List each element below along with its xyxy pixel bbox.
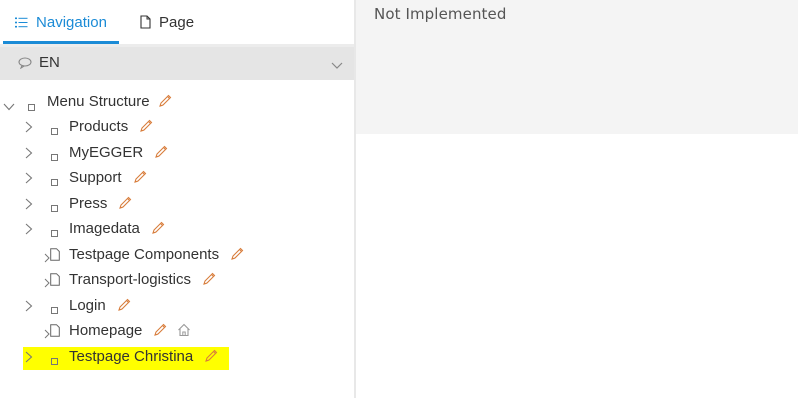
pencil-icon[interactable]	[133, 170, 147, 189]
tree-item-label[interactable]: Login	[69, 297, 106, 314]
tree-item[interactable]: Homepage	[0, 319, 354, 343]
folder-node-icon	[28, 98, 35, 116]
tab-navigation[interactable]: Navigation	[3, 0, 119, 44]
pencil-icon[interactable]	[230, 247, 244, 266]
tree-item[interactable]: Testpage Components	[0, 243, 354, 267]
tree-item[interactable]: Transport-logistics	[0, 268, 354, 292]
chevron-right-icon[interactable]	[25, 222, 37, 236]
page-node-icon	[50, 247, 60, 266]
pencil-icon[interactable]	[154, 145, 168, 164]
folder-node-icon	[51, 173, 58, 191]
chevron-right-icon[interactable]	[25, 120, 37, 134]
tree-item[interactable]: Login	[0, 294, 354, 318]
tree-item[interactable]: Products	[0, 115, 354, 139]
tree-item[interactable]: MyEGGER	[0, 141, 354, 165]
pencil-icon[interactable]	[158, 94, 172, 113]
chevron-right-icon[interactable]	[25, 350, 37, 364]
home-icon[interactable]	[177, 323, 191, 342]
tree-item-label[interactable]: Transport-logistics	[69, 271, 191, 288]
pencil-icon[interactable]	[153, 323, 167, 342]
chevron-down-icon[interactable]	[3, 98, 15, 112]
pencil-icon[interactable]	[117, 298, 131, 317]
page-node-icon	[50, 273, 60, 291]
tree-item[interactable]: Support	[0, 166, 354, 190]
chevron-right-icon[interactable]	[25, 146, 37, 160]
tree-item[interactable]: Press	[0, 192, 354, 216]
folder-node-icon	[51, 301, 58, 319]
language-selector[interactable]: EN	[0, 47, 354, 80]
file-icon	[140, 15, 151, 29]
list-icon	[15, 17, 28, 28]
tree-item[interactable]: Imagedata	[0, 217, 354, 241]
not-implemented-message: Not Implemented	[374, 5, 507, 23]
tab-navigation-label: Navigation	[36, 13, 107, 31]
tree-item-label[interactable]: Testpage Components	[69, 246, 219, 263]
tree-item-label[interactable]: Imagedata	[69, 220, 140, 237]
pencil-icon[interactable]	[151, 221, 165, 240]
chevron-right-icon[interactable]	[25, 299, 37, 313]
speech-bubble-icon	[18, 56, 32, 74]
chevron-right-icon[interactable]	[25, 197, 37, 211]
tree-item[interactable]: Testpage Christina	[0, 345, 354, 369]
tree-root-label[interactable]: Menu Structure	[47, 93, 150, 110]
panel-tabs: Navigation Page	[0, 0, 354, 44]
folder-node-icon	[51, 122, 58, 140]
tab-page-label: Page	[159, 13, 195, 31]
tree-root[interactable]: Menu Structure	[0, 90, 354, 114]
folder-node-icon	[51, 224, 58, 242]
tree-item-label[interactable]: Homepage	[69, 322, 142, 339]
navigation-panel: Navigation Page EN Menu Structure Produc…	[0, 0, 354, 398]
page-node-icon	[50, 324, 60, 342]
tree-item-label[interactable]: Testpage Christina	[69, 348, 193, 365]
pencil-icon[interactable]	[139, 119, 153, 138]
pencil-icon[interactable]	[202, 272, 216, 291]
pencil-icon[interactable]	[118, 196, 132, 215]
folder-node-icon	[51, 199, 58, 217]
chevron-right-icon[interactable]	[25, 171, 37, 185]
tree-item-label[interactable]: Support	[69, 169, 122, 186]
tree-item-label[interactable]: MyEGGER	[69, 144, 143, 161]
language-value: EN	[39, 54, 60, 71]
tab-page[interactable]: Page	[140, 0, 220, 44]
pencil-icon[interactable]	[204, 349, 218, 368]
chevron-down-icon	[331, 57, 343, 75]
folder-node-icon	[51, 352, 58, 370]
tree-item-label[interactable]: Products	[69, 118, 128, 135]
tree-item-label[interactable]: Press	[69, 195, 107, 212]
folder-node-icon	[51, 148, 58, 166]
